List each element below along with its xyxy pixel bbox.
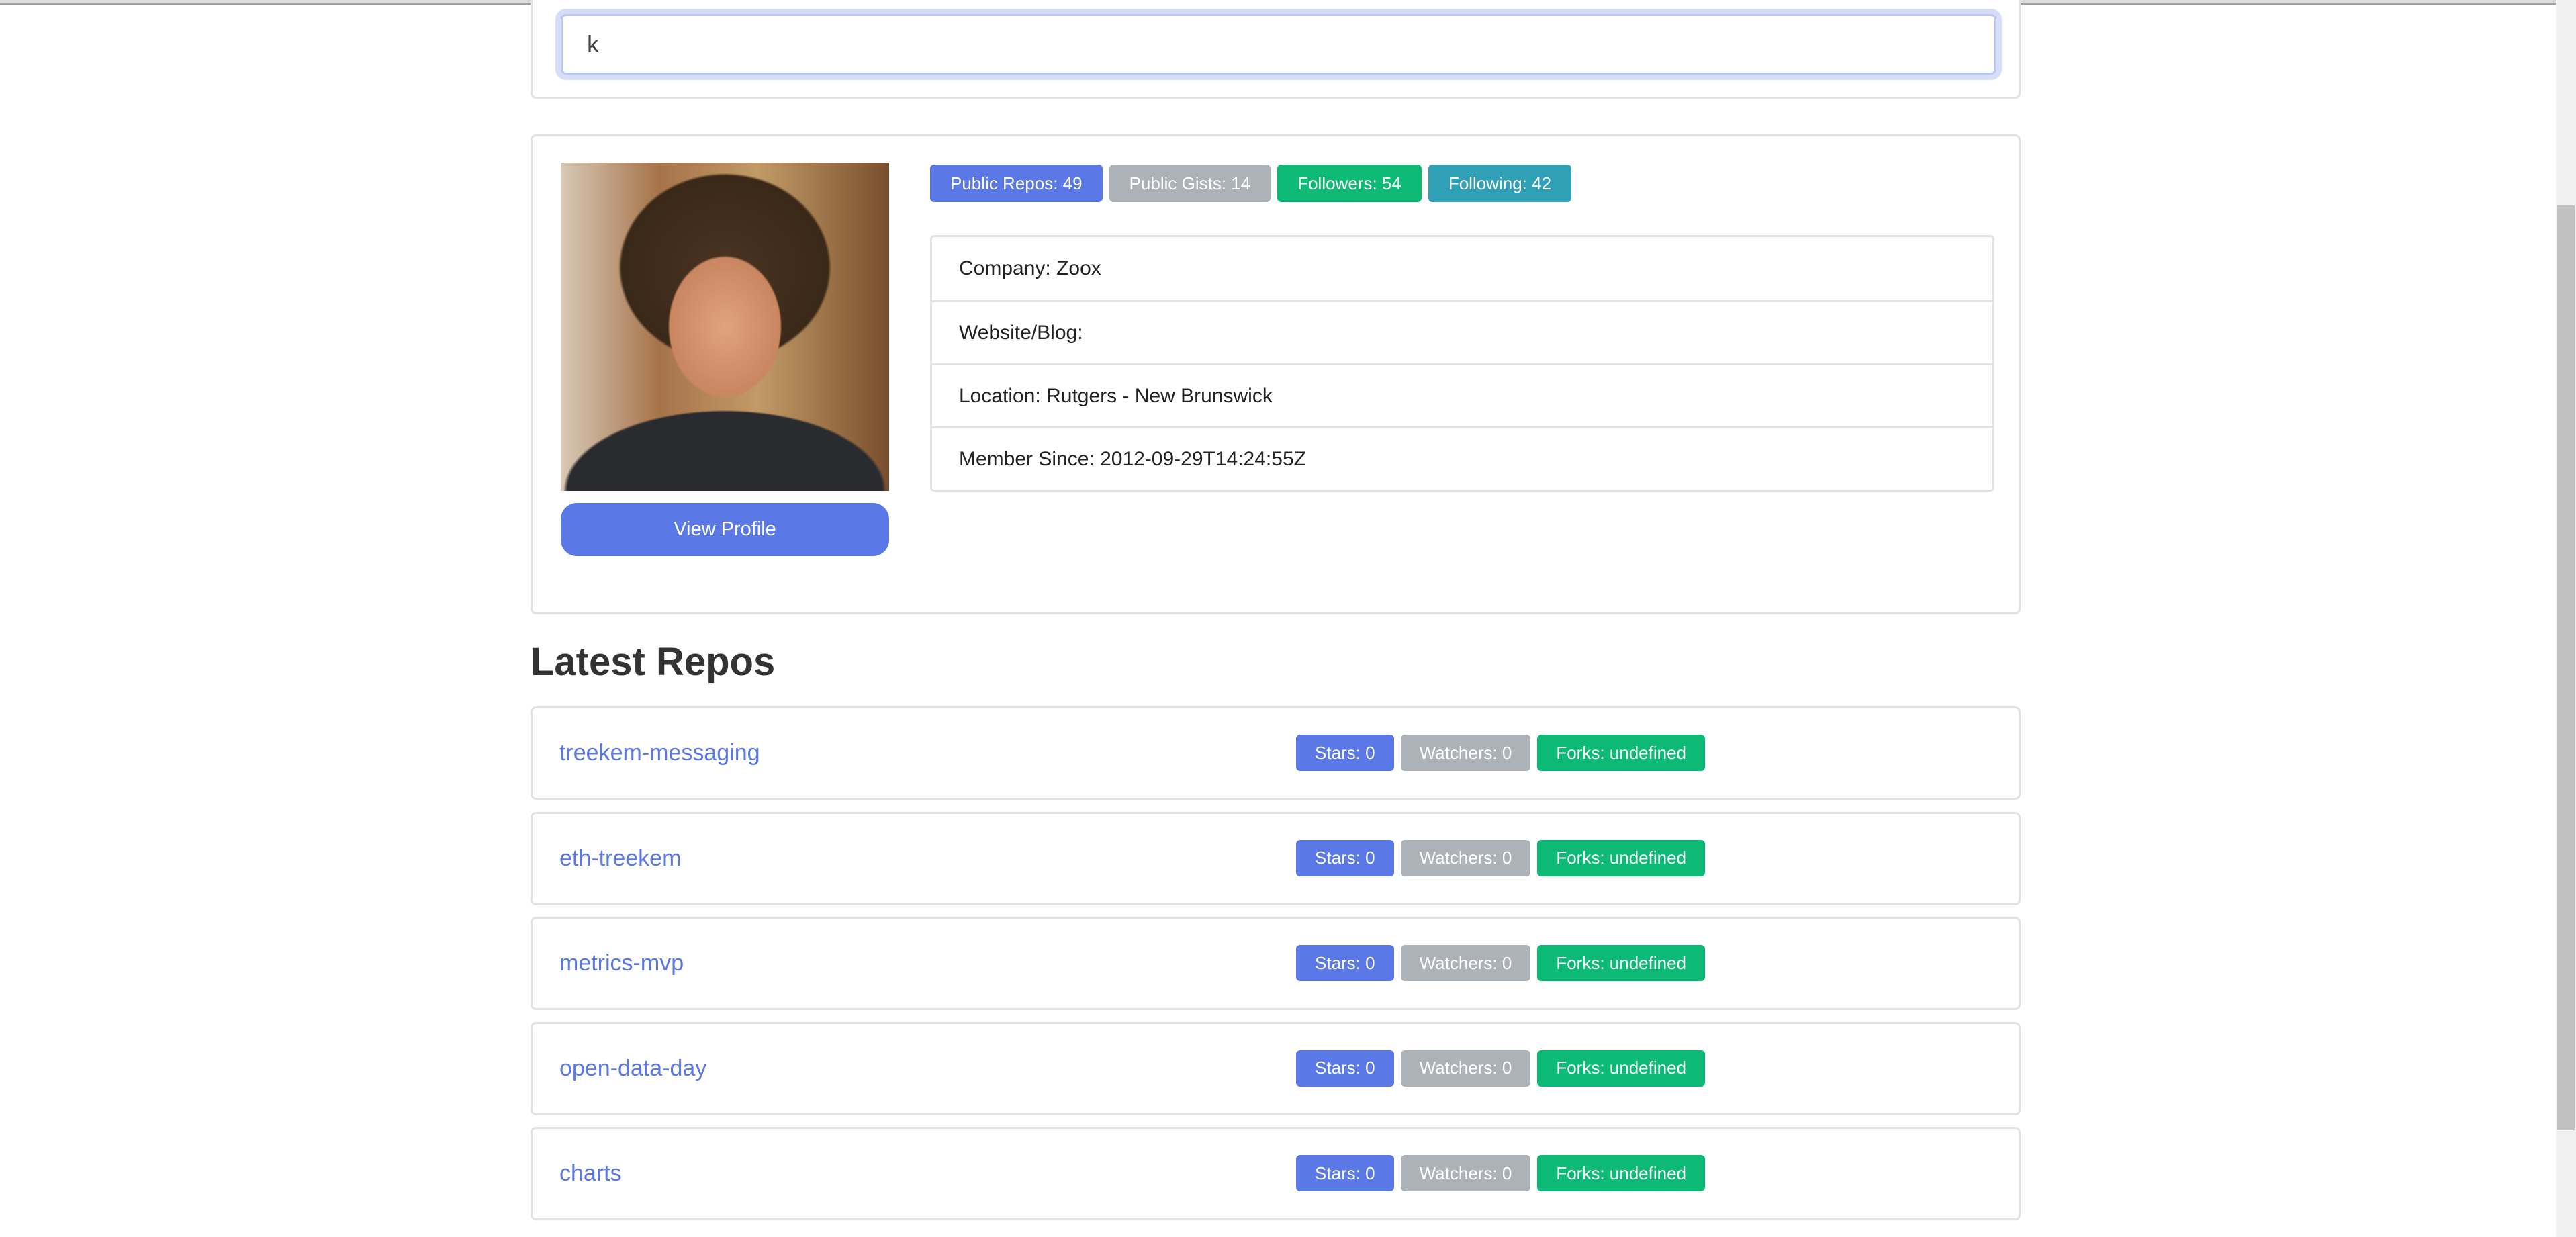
stars-badge: Stars: 0 — [1296, 1155, 1394, 1191]
repo-stats: Stars: 0 Watchers: 0 Forks: undefined — [1296, 1155, 1706, 1191]
public-gists-badge: Public Gists: 14 — [1109, 165, 1271, 202]
watchers-badge: Watchers: 0 — [1400, 945, 1531, 981]
repo-stats: Stars: 0 Watchers: 0 Forks: undefined — [1296, 735, 1706, 771]
stars-badge: Stars: 0 — [1296, 735, 1394, 771]
forks-badge: Forks: undefined — [1537, 735, 1706, 771]
avatar — [561, 163, 889, 491]
repo-link[interactable]: metrics-mvp — [559, 919, 684, 1008]
repo-stats: Stars: 0 Watchers: 0 Forks: undefined — [1296, 945, 1706, 981]
repo-card: open-data-day Stars: 0 Watchers: 0 Forks… — [531, 1021, 2021, 1115]
watchers-badge: Watchers: 0 — [1400, 1155, 1531, 1191]
repo-link[interactable]: eth-treekem — [559, 814, 681, 903]
stars-badge: Stars: 0 — [1296, 839, 1394, 876]
stars-badge: Stars: 0 — [1296, 945, 1394, 981]
forks-badge: Forks: undefined — [1537, 945, 1706, 981]
website-item: Website/Blog: — [932, 300, 1992, 363]
location-item: Location: Rutgers - New Brunswick — [932, 363, 1992, 426]
watchers-badge: Watchers: 0 — [1400, 735, 1531, 771]
profile-stats: Public Repos: 49 Public Gists: 14 Follow… — [930, 165, 1572, 202]
following-badge: Following: 42 — [1428, 165, 1572, 202]
repo-card: treekem-messaging Stars: 0 Watchers: 0 F… — [531, 706, 2021, 800]
repo-stats: Stars: 0 Watchers: 0 Forks: undefined — [1296, 839, 1706, 876]
search-input[interactable] — [561, 14, 1996, 75]
company-item: Company: Zoox — [959, 257, 1101, 279]
member-since-item: Member Since: 2012-09-29T14:24:55Z — [932, 426, 1992, 490]
repo-link[interactable]: open-data-day — [559, 1024, 706, 1113]
watchers-badge: Watchers: 0 — [1400, 839, 1531, 876]
repo-card: metrics-mvp Stars: 0 Watchers: 0 Forks: … — [531, 917, 2021, 1010]
stars-badge: Stars: 0 — [1296, 1050, 1394, 1087]
repo-link[interactable]: charts — [559, 1129, 622, 1218]
repo-stats: Stars: 0 Watchers: 0 Forks: undefined — [1296, 1050, 1706, 1087]
scrollbar[interactable] — [2556, 0, 2576, 1237]
forks-badge: Forks: undefined — [1537, 839, 1706, 876]
public-repos-badge: Public Repos: 49 — [930, 165, 1103, 202]
search-card — [531, 0, 2021, 99]
watchers-badge: Watchers: 0 — [1400, 1050, 1531, 1087]
repo-card: eth-treekem Stars: 0 Watchers: 0 Forks: … — [531, 811, 2021, 905]
view-profile-button[interactable]: View Profile — [561, 503, 889, 556]
repo-card: charts Stars: 0 Watchers: 0 Forks: undef… — [531, 1127, 2021, 1220]
latest-repos-heading: Latest Repos — [531, 640, 776, 684]
scrollbar-thumb[interactable] — [2557, 205, 2575, 1130]
forks-badge: Forks: undefined — [1537, 1155, 1706, 1191]
repo-link[interactable]: treekem-messaging — [559, 708, 760, 798]
profile-details: Company: Zoox Website/Blog: Location: Ru… — [930, 235, 1994, 492]
profile-card: View Profile Public Repos: 49 Public Gis… — [531, 134, 2021, 614]
forks-badge: Forks: undefined — [1537, 1050, 1706, 1087]
followers-badge: Followers: 54 — [1277, 165, 1422, 202]
